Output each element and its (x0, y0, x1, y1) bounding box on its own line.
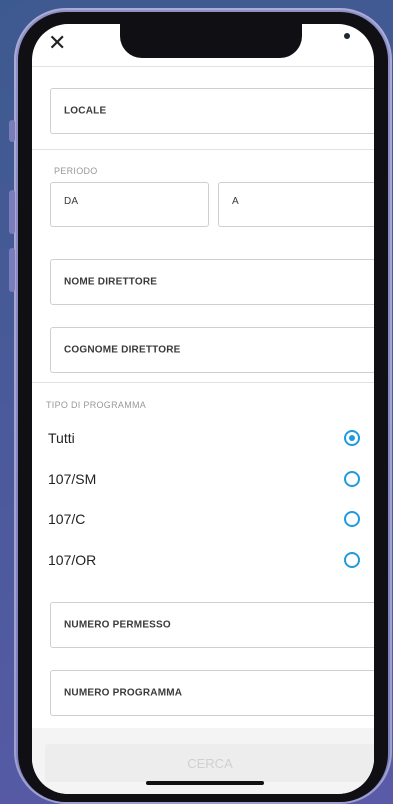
locale-label: LOCALE (64, 105, 107, 117)
nome-direttore-field[interactable]: NOME DIRETTORE (50, 259, 374, 305)
date-from-label: DA (64, 196, 79, 207)
radio-option-107or[interactable]: 107/OR (32, 542, 374, 578)
volume-down-button (9, 248, 15, 292)
header-divider (32, 66, 374, 67)
app-screen: ✕ LOCALE PERIODO DA A NOME DIRETTORE COG… (32, 24, 374, 794)
tipo-programma-label: TIPO DI PROGRAMMA (46, 400, 147, 410)
radio-label: 107/C (48, 511, 86, 527)
radio-unselected-icon[interactable] (344, 552, 360, 568)
date-to-label: A (232, 196, 239, 207)
close-icon[interactable]: ✕ (48, 32, 66, 54)
radio-unselected-icon[interactable] (344, 471, 360, 487)
search-button[interactable]: CERCA (45, 744, 374, 782)
cognome-direttore-field[interactable]: COGNOME DIRETTORE (50, 327, 374, 373)
numero-permesso-field[interactable]: NUMERO PERMESSO (50, 602, 374, 648)
radio-unselected-icon[interactable] (344, 511, 360, 527)
numero-permesso-label: NUMERO PERMESSO (64, 619, 171, 631)
volume-up-button (9, 190, 15, 234)
numero-programma-field[interactable]: NUMERO PROGRAMMA (50, 670, 374, 716)
radio-label: 107/OR (48, 552, 97, 568)
radio-option-107sm[interactable]: 107/SM (32, 461, 374, 497)
section-divider (32, 149, 374, 150)
radio-label: 107/SM (48, 471, 97, 487)
numero-programma-label: NUMERO PROGRAMMA (64, 687, 183, 699)
home-indicator[interactable] (146, 781, 264, 785)
camera-icon (344, 33, 350, 39)
section-divider (32, 382, 374, 383)
radio-option-tutti[interactable]: Tutti (32, 420, 374, 456)
notch (120, 24, 350, 58)
locale-field[interactable]: LOCALE (50, 88, 374, 134)
radio-label: Tutti (48, 430, 75, 446)
cognome-direttore-label: COGNOME DIRETTORE (64, 344, 181, 356)
date-from-field[interactable]: DA (50, 182, 209, 227)
side-button (9, 120, 15, 142)
periodo-label: PERIODO (54, 166, 98, 176)
radio-option-107c[interactable]: 107/C (32, 501, 374, 537)
nome-direttore-label: NOME DIRETTORE (64, 276, 158, 288)
date-to-field[interactable]: A (218, 182, 374, 227)
radio-selected-icon[interactable] (344, 430, 360, 446)
